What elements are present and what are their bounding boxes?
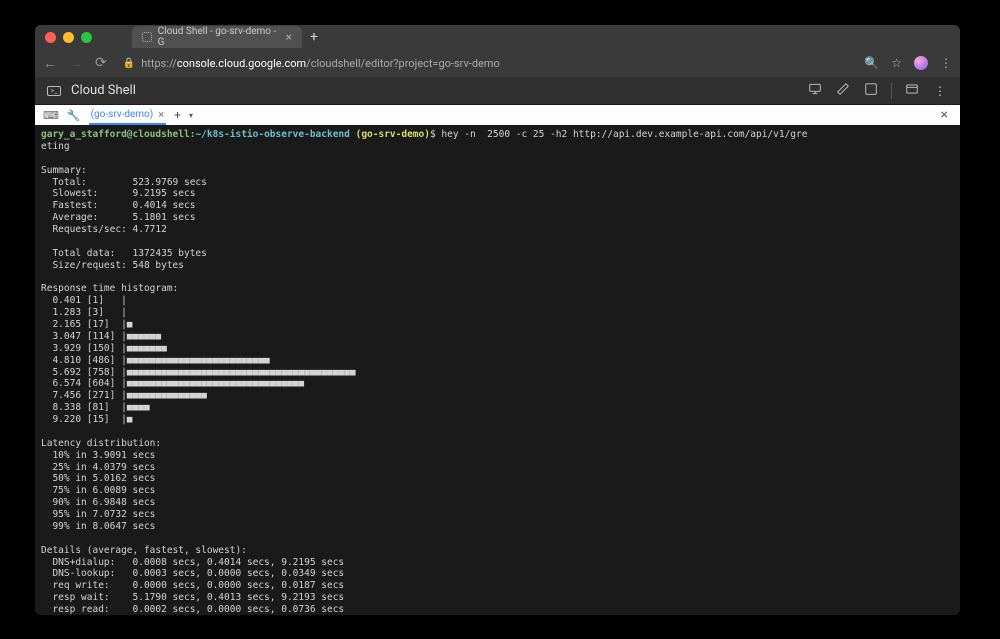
address-bar: ← → ⟳ 🔒 https://console.cloud.google.com… bbox=[35, 49, 960, 77]
url-input[interactable]: 🔒 https://console.cloud.google.com/cloud… bbox=[119, 57, 853, 70]
window-zoom-button[interactable] bbox=[81, 32, 92, 43]
more-menu-button[interactable]: ⋮ bbox=[932, 84, 948, 98]
title-bar: Cloud Shell - go-srv-demo - G × + bbox=[35, 25, 960, 49]
terminal-toggle-icon[interactable] bbox=[863, 82, 879, 99]
forward-button[interactable]: → bbox=[69, 55, 83, 72]
settings-icon[interactable]: 🔧 bbox=[67, 109, 81, 122]
shell-tab-label: (go-srv-demo) bbox=[91, 109, 154, 120]
profile-avatar[interactable] bbox=[914, 56, 928, 70]
cloudshell-header: >_ Cloud Shell ⋮ bbox=[35, 77, 960, 105]
header-divider bbox=[891, 83, 892, 99]
lock-icon: 🔒 bbox=[123, 58, 135, 69]
cloud-shell-icon: >_ bbox=[47, 86, 61, 96]
browser-window: Cloud Shell - go-srv-demo - G × + ← → ⟳ … bbox=[35, 25, 960, 615]
new-shell-tab-button[interactable]: + bbox=[174, 108, 181, 122]
keyboard-icon[interactable]: ⌨ bbox=[43, 109, 59, 122]
browser-tab[interactable]: Cloud Shell - go-srv-demo - G × bbox=[132, 26, 302, 48]
bookmark-icon[interactable]: ☆ bbox=[891, 56, 902, 70]
shell-tab-strip: ⌨ 🔧 (go-srv-demo) × + ▾ × bbox=[35, 105, 960, 125]
window-close-button[interactable] bbox=[45, 32, 56, 43]
terminal-output[interactable]: gary_a_stafford@cloudshell:~/k8s-istio-o… bbox=[35, 125, 960, 615]
close-panel-button[interactable]: × bbox=[941, 107, 952, 123]
back-button[interactable]: ← bbox=[43, 55, 57, 72]
browser-tab-title: Cloud Shell - go-srv-demo - G bbox=[158, 26, 280, 48]
favicon-icon bbox=[142, 32, 152, 42]
traffic-lights bbox=[45, 32, 92, 43]
display-icon[interactable] bbox=[807, 82, 823, 99]
new-tab-button[interactable]: + bbox=[310, 29, 318, 45]
new-window-icon[interactable] bbox=[904, 82, 920, 99]
address-bar-actions: 🔍 ☆ ⋮ bbox=[864, 56, 952, 70]
cloudshell-title: Cloud Shell bbox=[71, 83, 136, 98]
window-minimize-button[interactable] bbox=[63, 32, 74, 43]
search-icon[interactable]: 🔍 bbox=[864, 56, 879, 70]
shell-tab-close-button[interactable]: × bbox=[158, 108, 164, 121]
shell-tab-options-button[interactable]: ▾ bbox=[189, 111, 193, 120]
url-text: https://console.cloud.google.com/cloudsh… bbox=[141, 57, 500, 70]
shell-tab[interactable]: (go-srv-demo) × bbox=[89, 106, 167, 125]
browser-menu-button[interactable]: ⋮ bbox=[940, 56, 952, 70]
reload-button[interactable]: ⟳ bbox=[95, 55, 107, 71]
edit-icon[interactable] bbox=[835, 82, 851, 99]
tab-close-button[interactable]: × bbox=[286, 30, 292, 44]
